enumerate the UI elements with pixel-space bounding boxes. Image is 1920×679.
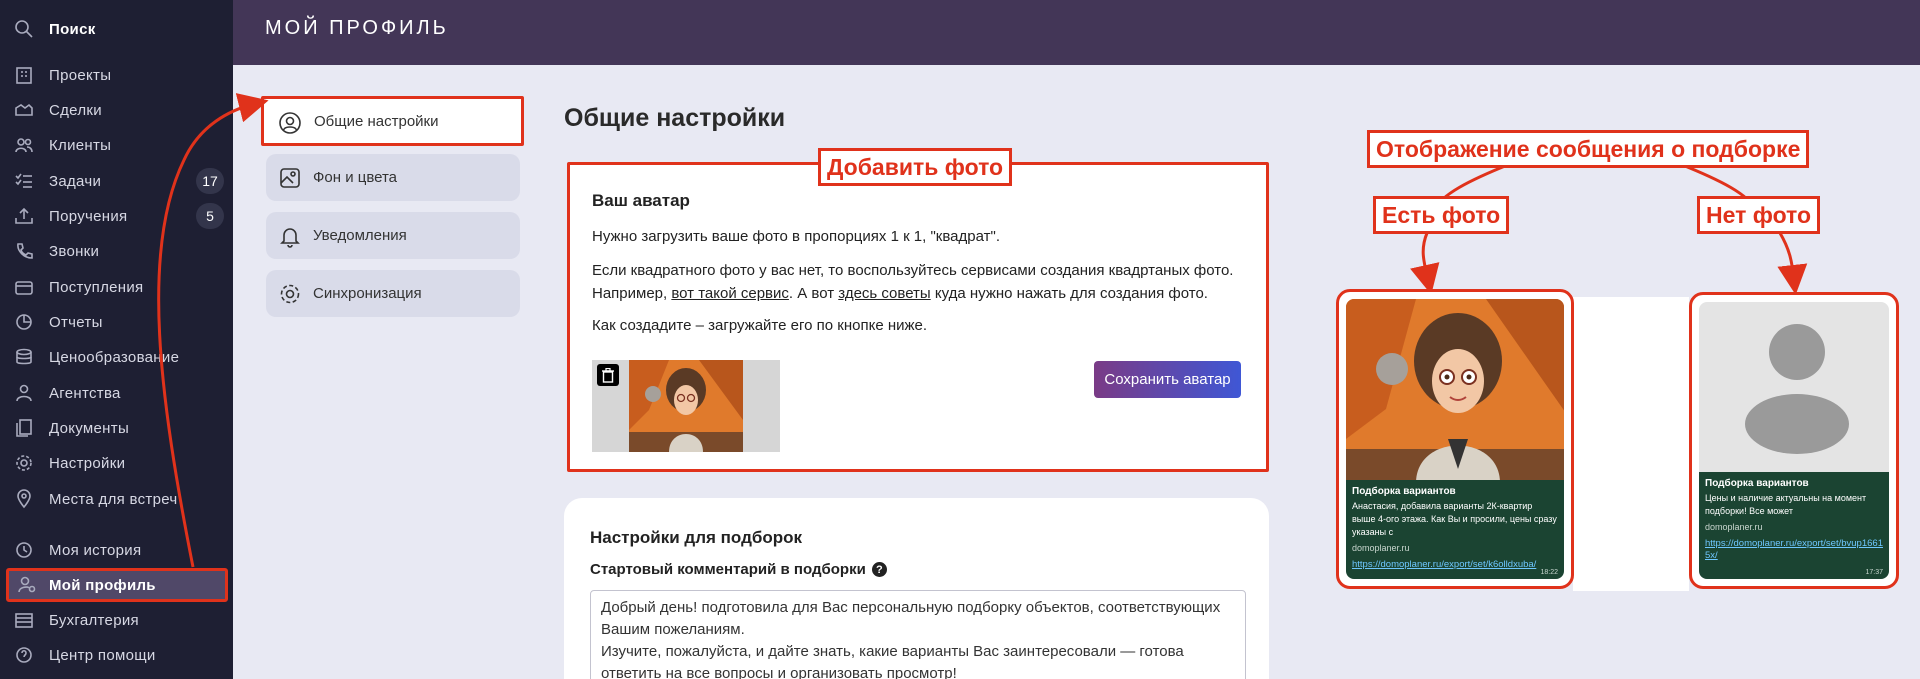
preview-background <box>1573 297 1689 591</box>
message-time: 17:37 <box>1865 569 1883 576</box>
message-bubble: Подборка вариантов Анастасия, добавила в… <box>1346 480 1564 579</box>
message-link[interactable]: https://domoplaner.ru/export/set/bvup166… <box>1705 538 1883 562</box>
message-preview-no-photo: Подборка вариантов Цены и наличие актуал… <box>1689 292 1899 589</box>
message-title: Подборка вариантов <box>1352 486 1456 497</box>
preview-inner: Подборка вариантов Цены и наличие актуал… <box>1699 302 1889 579</box>
message-site: domoplaner.ru <box>1352 543 1410 553</box>
message-preview-with-photo: Подборка вариантов Анастасия, добавила в… <box>1336 289 1574 589</box>
placeholder-photo <box>1699 302 1889 479</box>
arrow-with-photo <box>1410 232 1440 295</box>
add-photo-annotation: Добавить фото <box>818 148 1013 186</box>
with-photo-annotation: Есть фото <box>1373 196 1510 234</box>
arrow-no-photo <box>1777 232 1808 295</box>
message-body: Анастасия, добавила варианты 2К-квартир … <box>1352 501 1557 537</box>
message-site: domoplaner.ru <box>1705 522 1763 532</box>
message-time: 18:22 <box>1540 569 1558 576</box>
message-title: Подборка вариантов <box>1705 478 1809 489</box>
message-link[interactable]: https://domoplaner.ru/export/set/k6olldx… <box>1352 559 1558 571</box>
preview-inner: Подборка вариантов Анастасия, добавила в… <box>1346 299 1564 579</box>
agent-photo <box>1346 299 1564 483</box>
no-photo-annotation: Нет фото <box>1697 196 1821 234</box>
display-annotation: Отображение сообщения о подборке <box>1367 130 1810 168</box>
message-body: Цены и наличие актуальны на момент подбо… <box>1705 493 1867 516</box>
person-placeholder-icon <box>1745 324 1849 454</box>
message-bubble: Подборка вариантов Цены и наличие актуал… <box>1699 472 1889 579</box>
arrow-profile-to-settings <box>157 93 269 568</box>
